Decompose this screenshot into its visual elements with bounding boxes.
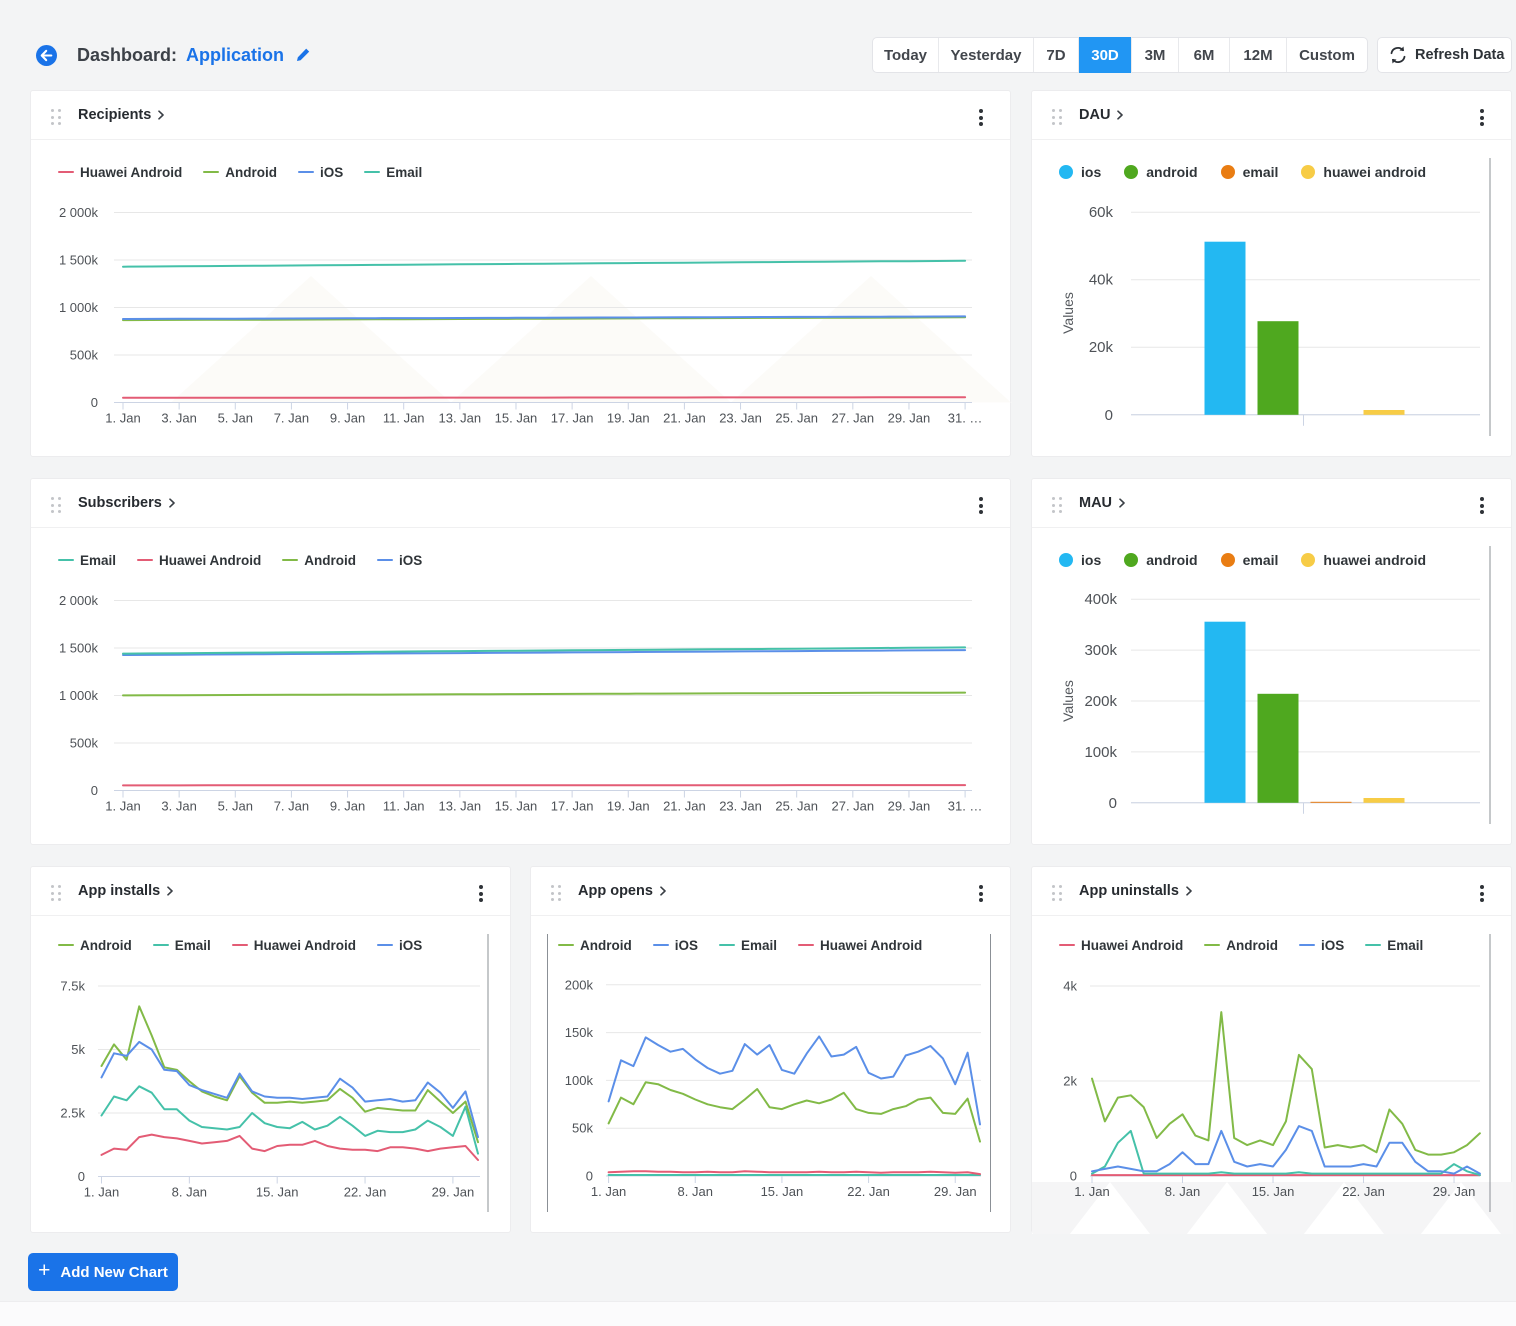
svg-text:Values: Values [1060, 680, 1076, 722]
svg-text:100k: 100k [1084, 744, 1117, 761]
svg-text:200k: 200k [565, 977, 594, 992]
svg-text:15. Jan: 15. Jan [256, 1185, 299, 1200]
svg-text:100k: 100k [565, 1073, 594, 1088]
svg-text:2 000k: 2 000k [59, 593, 99, 608]
svg-text:23. Jan: 23. Jan [719, 411, 762, 426]
svg-text:1. Jan: 1. Jan [591, 1184, 626, 1199]
svg-text:8. Jan: 8. Jan [1165, 1184, 1200, 1199]
svg-text:31. …: 31. … [948, 799, 983, 814]
svg-text:17. Jan: 17. Jan [551, 411, 594, 426]
svg-text:5. Jan: 5. Jan [218, 411, 253, 426]
svg-text:60k: 60k [1089, 204, 1114, 221]
svg-text:22. Jan: 22. Jan [344, 1185, 387, 1200]
svg-text:5. Jan: 5. Jan [218, 799, 253, 814]
svg-text:11. Jan: 11. Jan [383, 799, 425, 814]
svg-text:1. Jan: 1. Jan [84, 1185, 119, 1200]
svg-text:2.5k: 2.5k [60, 1106, 85, 1121]
svg-text:8. Jan: 8. Jan [172, 1185, 207, 1200]
svg-text:400k: 400k [1084, 591, 1117, 608]
svg-text:25. Jan: 25. Jan [775, 411, 818, 426]
svg-text:29. Jan: 29. Jan [1433, 1184, 1476, 1199]
svg-text:0: 0 [91, 395, 98, 410]
svg-text:0: 0 [78, 1169, 85, 1184]
svg-text:19. Jan: 19. Jan [607, 411, 650, 426]
svg-text:150k: 150k [565, 1025, 594, 1040]
svg-text:200k: 200k [1084, 693, 1117, 710]
svg-text:22. Jan: 22. Jan [847, 1184, 890, 1199]
svg-text:7. Jan: 7. Jan [274, 799, 309, 814]
svg-text:0: 0 [1109, 795, 1117, 812]
svg-text:29. Jan: 29. Jan [888, 411, 931, 426]
svg-text:9. Jan: 9. Jan [330, 411, 365, 426]
svg-text:7.5k: 7.5k [60, 979, 85, 994]
svg-text:17. Jan: 17. Jan [551, 799, 594, 814]
svg-text:5k: 5k [71, 1042, 85, 1057]
svg-text:500k: 500k [70, 736, 99, 751]
svg-text:15. Jan: 15. Jan [761, 1184, 804, 1199]
svg-text:29. Jan: 29. Jan [432, 1185, 475, 1200]
svg-text:1 000k: 1 000k [59, 688, 99, 703]
svg-text:13. Jan: 13. Jan [439, 799, 482, 814]
svg-text:15. Jan: 15. Jan [1252, 1184, 1295, 1199]
svg-text:1. Jan: 1. Jan [105, 411, 140, 426]
svg-text:23. Jan: 23. Jan [719, 799, 762, 814]
svg-text:4k: 4k [1063, 979, 1077, 994]
svg-text:27. Jan: 27. Jan [831, 411, 874, 426]
svg-text:11. Jan: 11. Jan [383, 411, 425, 426]
svg-text:21. Jan: 21. Jan [663, 799, 706, 814]
svg-text:50k: 50k [572, 1121, 593, 1136]
svg-text:2 000k: 2 000k [59, 205, 99, 220]
svg-text:29. Jan: 29. Jan [934, 1184, 977, 1199]
svg-text:1 500k: 1 500k [59, 253, 99, 268]
svg-text:29. Jan: 29. Jan [888, 799, 931, 814]
svg-text:21. Jan: 21. Jan [663, 411, 706, 426]
svg-text:0: 0 [586, 1169, 593, 1184]
svg-text:7. Jan: 7. Jan [274, 411, 309, 426]
svg-text:22. Jan: 22. Jan [1342, 1184, 1385, 1199]
svg-text:1. Jan: 1. Jan [1074, 1184, 1109, 1199]
svg-text:31. …: 31. … [948, 411, 983, 426]
svg-text:Values: Values [1060, 292, 1076, 334]
svg-text:13. Jan: 13. Jan [439, 411, 482, 426]
svg-text:300k: 300k [1084, 642, 1117, 659]
svg-text:500k: 500k [70, 348, 99, 363]
svg-text:0: 0 [91, 783, 98, 798]
svg-text:15. Jan: 15. Jan [495, 799, 538, 814]
svg-text:1 500k: 1 500k [59, 641, 99, 656]
svg-text:9. Jan: 9. Jan [330, 799, 365, 814]
svg-text:25. Jan: 25. Jan [775, 799, 818, 814]
svg-text:20k: 20k [1089, 339, 1114, 356]
svg-text:0: 0 [1105, 407, 1113, 424]
svg-text:8. Jan: 8. Jan [678, 1184, 713, 1199]
svg-text:1. Jan: 1. Jan [105, 799, 140, 814]
svg-text:27. Jan: 27. Jan [831, 799, 874, 814]
svg-text:1 000k: 1 000k [59, 300, 99, 315]
svg-text:0: 0 [1070, 1169, 1077, 1184]
svg-text:40k: 40k [1089, 272, 1114, 289]
svg-text:15. Jan: 15. Jan [495, 411, 538, 426]
svg-text:2k: 2k [1063, 1074, 1077, 1089]
svg-text:19. Jan: 19. Jan [607, 799, 650, 814]
svg-text:3. Jan: 3. Jan [161, 799, 196, 814]
svg-text:3. Jan: 3. Jan [161, 411, 196, 426]
